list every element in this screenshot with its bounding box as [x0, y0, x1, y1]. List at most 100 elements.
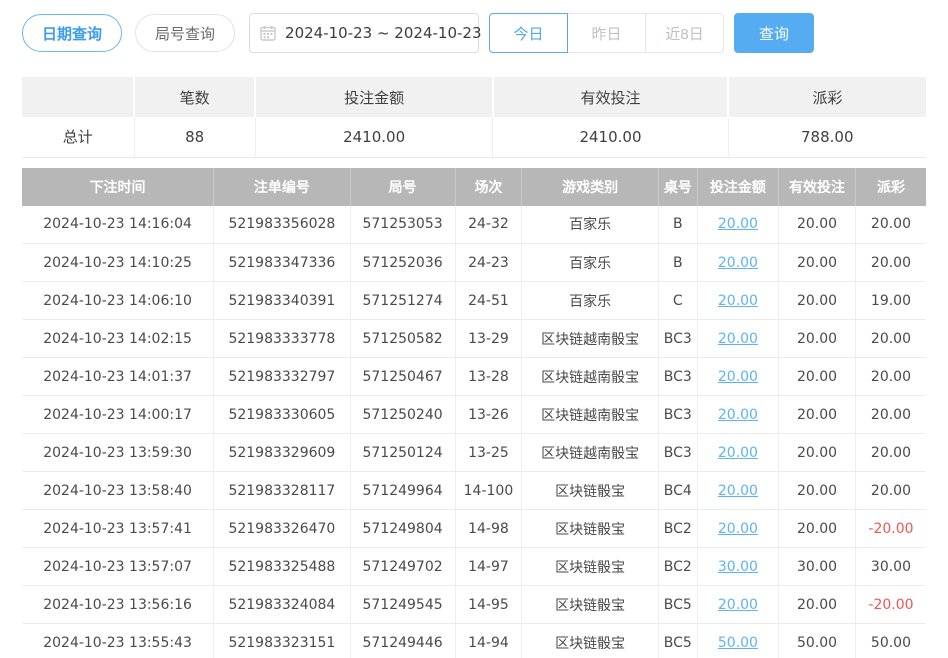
order-number-cell: 521983333778: [214, 320, 351, 358]
bet-time-cell: 2024-10-23 14:16:04: [22, 206, 214, 244]
order-number-cell: 521983347336: [214, 244, 351, 282]
table-number-cell: B: [658, 206, 697, 244]
round-number-cell: 571249804: [350, 510, 455, 548]
round-number-cell: 571251274: [350, 282, 455, 320]
game-type-cell: 百家乐: [522, 206, 659, 244]
col-order-number: 注单编号: [214, 168, 351, 206]
bet-amount-link[interactable]: 20.00: [718, 369, 758, 385]
summary-header-row: 笔数 投注金额 有效投注 派彩: [22, 77, 926, 117]
game-type-cell: 区块链越南骰宝: [522, 358, 659, 396]
order-number-cell: 521983323151: [214, 624, 351, 658]
bet-records-table: 下注时间 注单编号 局号 场次 游戏类别 桌号 投注金额 有效投注 派彩 202…: [22, 168, 926, 658]
summary-col-blank: [22, 77, 134, 117]
round-query-button[interactable]: 局号查询: [135, 14, 235, 52]
valid-bet-cell: 20.00: [779, 434, 856, 472]
round-number-cell: 571250240: [350, 396, 455, 434]
payout-cell: 19.00: [855, 282, 926, 320]
summary-total-label: 总计: [22, 117, 134, 157]
order-number-cell: 521983332797: [214, 358, 351, 396]
bet-amount-link[interactable]: 20.00: [718, 445, 758, 461]
summary-total-row: 总计 88 2410.00 2410.00 788.00: [22, 117, 926, 157]
table-number-cell: BC3: [658, 434, 697, 472]
quick-button-yesterday[interactable]: 昨日: [567, 13, 646, 53]
summary-col-bet-amount: 投注金额: [255, 77, 493, 117]
payout-cell: 20.00: [855, 244, 926, 282]
game-type-cell: 区块链越南骰宝: [522, 320, 659, 358]
session-cell: 13-29: [455, 320, 522, 358]
session-cell: 24-51: [455, 282, 522, 320]
bet-time-cell: 2024-10-23 13:59:30: [22, 434, 214, 472]
table-row: 2024-10-23 14:10:25521983347336571252036…: [22, 244, 926, 282]
bet-amount-cell: 20.00: [697, 282, 778, 320]
game-type-cell: 区块链骰宝: [522, 586, 659, 624]
bet-amount-link[interactable]: 20.00: [718, 597, 758, 613]
bet-amount-link[interactable]: 20.00: [718, 521, 758, 537]
bet-amount-link[interactable]: 30.00: [718, 559, 758, 575]
quick-button-last8days[interactable]: 近8日: [645, 13, 724, 53]
valid-bet-cell: 20.00: [779, 320, 856, 358]
table-number-cell: BC5: [658, 624, 697, 658]
game-type-cell: 区块链骰宝: [522, 510, 659, 548]
table-number-cell: BC3: [658, 358, 697, 396]
bet-amount-link[interactable]: 20.00: [718, 331, 758, 347]
col-table-number: 桌号: [658, 168, 697, 206]
round-number-cell: 571250467: [350, 358, 455, 396]
summary-col-valid-bet: 有效投注: [493, 77, 728, 117]
quick-range-group: 今日 昨日 近8日: [489, 13, 724, 53]
bet-amount-cell: 50.00: [697, 624, 778, 658]
valid-bet-cell: 20.00: [779, 396, 856, 434]
col-round-number: 局号: [350, 168, 455, 206]
bet-amount-link[interactable]: 20.00: [718, 293, 758, 309]
order-number-cell: 521983326470: [214, 510, 351, 548]
bet-amount-link[interactable]: 20.00: [718, 255, 758, 271]
session-cell: 14-98: [455, 510, 522, 548]
payout-cell: 20.00: [855, 320, 926, 358]
game-type-cell: 百家乐: [522, 244, 659, 282]
session-cell: 13-26: [455, 396, 522, 434]
order-number-cell: 521983330605: [214, 396, 351, 434]
bet-time-cell: 2024-10-23 14:10:25: [22, 244, 214, 282]
session-cell: 24-23: [455, 244, 522, 282]
bet-amount-cell: 20.00: [697, 320, 778, 358]
bet-amount-link[interactable]: 50.00: [718, 635, 758, 651]
payout-cell: 30.00: [855, 548, 926, 586]
bet-time-cell: 2024-10-23 14:02:15: [22, 320, 214, 358]
order-number-cell: 521983324084: [214, 586, 351, 624]
bet-time-cell: 2024-10-23 14:06:10: [22, 282, 214, 320]
summary-total-payout: 788.00: [728, 117, 926, 157]
date-range-value: 2024-10-23 ~ 2024-10-23: [285, 24, 481, 42]
valid-bet-cell: 20.00: [779, 244, 856, 282]
bet-amount-cell: 20.00: [697, 206, 778, 244]
bet-amount-link[interactable]: 20.00: [718, 407, 758, 423]
date-query-button[interactable]: 日期查询: [22, 14, 122, 52]
bet-amount-cell: 20.00: [697, 434, 778, 472]
round-number-cell: 571249964: [350, 472, 455, 510]
table-row: 2024-10-23 14:00:17521983330605571250240…: [22, 396, 926, 434]
round-number-cell: 571250124: [350, 434, 455, 472]
table-row: 2024-10-23 13:56:16521983324084571249545…: [22, 586, 926, 624]
calendar-icon: [260, 25, 276, 41]
table-row: 2024-10-23 14:02:15521983333778571250582…: [22, 320, 926, 358]
date-range-input[interactable]: 2024-10-23 ~ 2024-10-23: [249, 13, 479, 53]
col-bet-time: 下注时间: [22, 168, 214, 206]
summary-col-payout: 派彩: [728, 77, 926, 117]
payout-cell: -20.00: [855, 586, 926, 624]
round-number-cell: 571252036: [350, 244, 455, 282]
session-cell: 14-95: [455, 586, 522, 624]
table-number-cell: BC2: [658, 510, 697, 548]
search-button[interactable]: 查询: [734, 13, 814, 53]
table-row: 2024-10-23 13:59:30521983329609571250124…: [22, 434, 926, 472]
bet-amount-link[interactable]: 20.00: [718, 483, 758, 499]
payout-cell: 20.00: [855, 396, 926, 434]
quick-button-today[interactable]: 今日: [489, 13, 568, 53]
round-number-cell: 571249702: [350, 548, 455, 586]
valid-bet-cell: 20.00: [779, 282, 856, 320]
table-number-cell: B: [658, 244, 697, 282]
session-cell: 24-32: [455, 206, 522, 244]
valid-bet-cell: 20.00: [779, 206, 856, 244]
bet-amount-cell: 20.00: [697, 586, 778, 624]
bet-amount-link[interactable]: 20.00: [718, 216, 758, 232]
session-cell: 14-94: [455, 624, 522, 658]
round-number-cell: 571249545: [350, 586, 455, 624]
table-row: 2024-10-23 14:01:37521983332797571250467…: [22, 358, 926, 396]
